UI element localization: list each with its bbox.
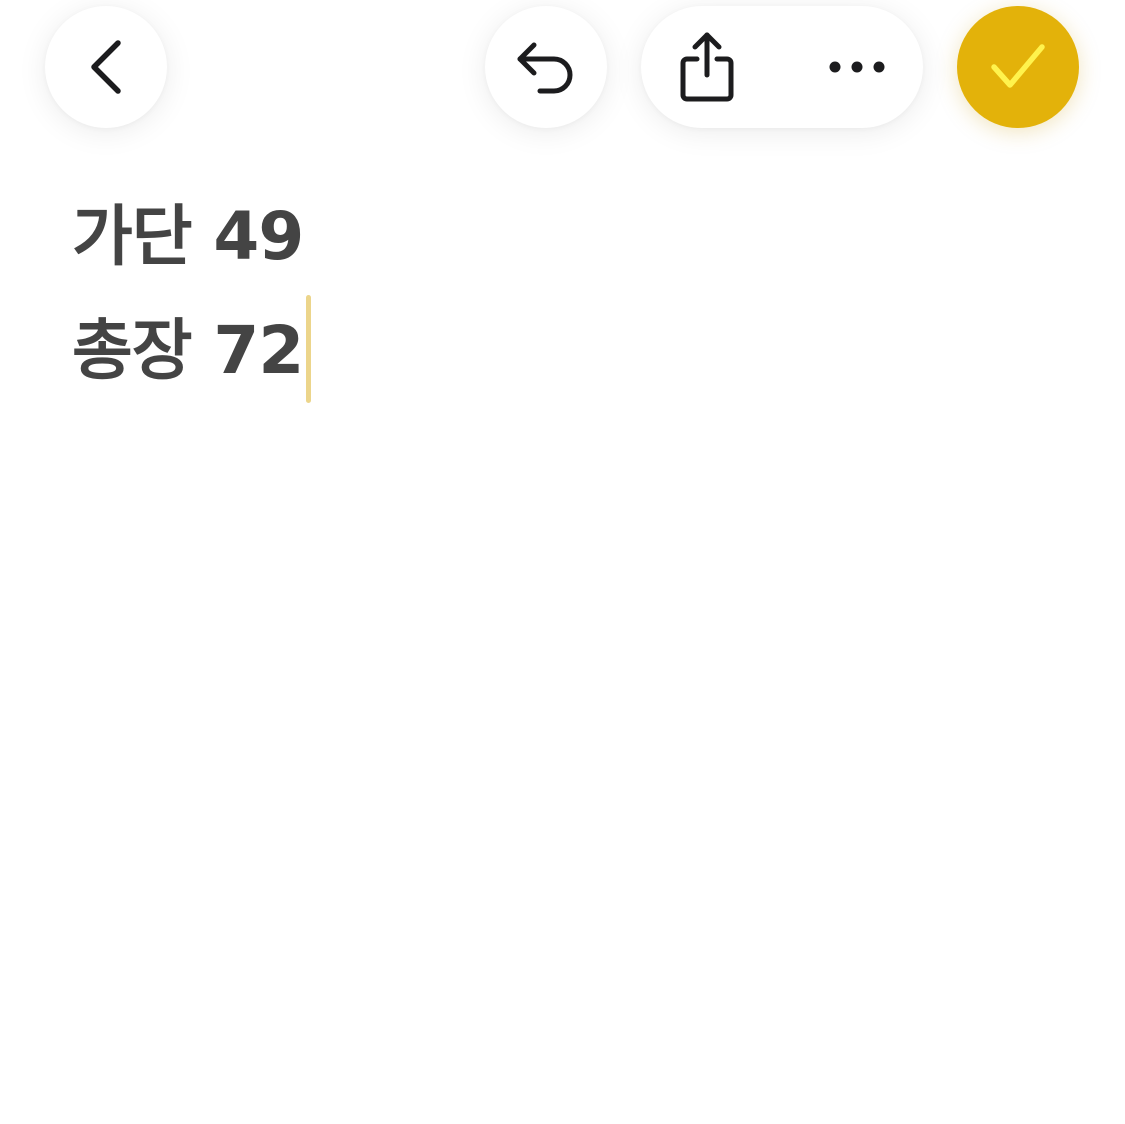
ellipsis-icon	[829, 61, 885, 73]
share-button[interactable]	[677, 27, 737, 107]
note-line-1[interactable]: 가단 49	[72, 180, 1072, 294]
share-more-group	[641, 6, 923, 128]
note-line-2[interactable]: 총장 72	[72, 294, 1072, 408]
done-button[interactable]	[957, 6, 1079, 128]
top-toolbar	[0, 0, 1125, 160]
note-line-2-text: 총장 72	[72, 312, 304, 389]
share-icon	[680, 32, 734, 102]
checkmark-icon	[991, 44, 1045, 88]
undo-button[interactable]	[485, 6, 607, 128]
note-editor-screen: 가단 49 총장 72	[0, 0, 1125, 1124]
back-button[interactable]	[45, 6, 167, 128]
chevron-left-icon	[91, 40, 121, 94]
undo-icon	[517, 42, 573, 94]
more-button[interactable]	[827, 27, 887, 107]
note-body[interactable]: 가단 49 총장 72	[72, 180, 1072, 408]
note-line-1-text: 가단 49	[72, 198, 304, 275]
text-cursor	[306, 295, 312, 403]
